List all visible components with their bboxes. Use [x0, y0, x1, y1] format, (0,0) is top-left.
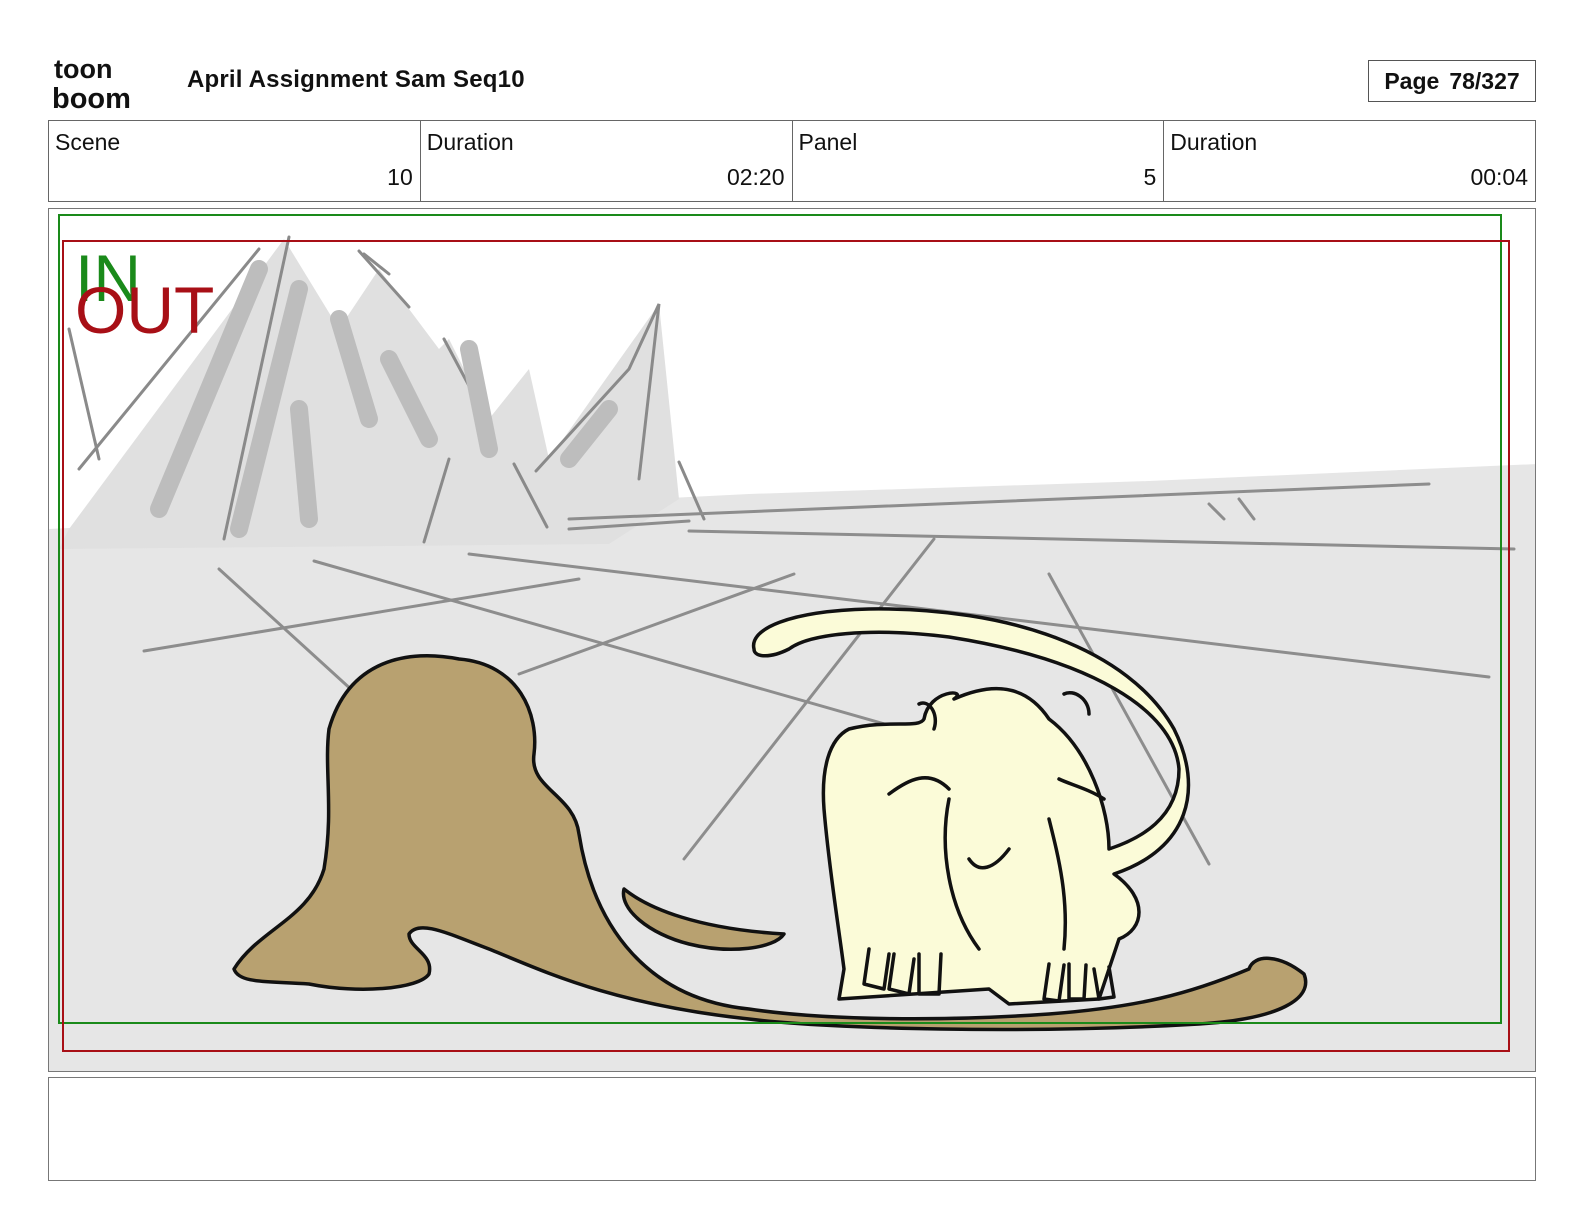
panel-value: 5 — [1143, 164, 1157, 190]
document-title: April Assignment Sam Seq10 — [187, 66, 525, 93]
page-label: Page — [1384, 67, 1440, 94]
panel-cell: Panel 5 — [793, 121, 1165, 201]
scene-duration-cell: Duration 02:20 — [421, 121, 793, 201]
logo-text-top: toon — [54, 54, 112, 84]
scene-label: Scene — [55, 129, 121, 155]
panel-duration-label: Duration — [1170, 129, 1258, 155]
storyboard-panel: IN OUT — [48, 208, 1536, 1072]
panel-label: Panel — [798, 129, 858, 155]
page-indicator: Page 78/327 — [1368, 60, 1536, 102]
logo-text-bottom: boom — [52, 83, 131, 110]
out-marker: OUT — [75, 273, 214, 347]
panel-duration-cell: Duration 00:04 — [1164, 121, 1535, 201]
panel-notes-box[interactable] — [48, 1077, 1536, 1181]
panel-drawing: IN OUT — [49, 214, 1535, 1071]
scene-duration-label: Duration — [426, 129, 514, 155]
panel-duration-value: 00:04 — [1470, 164, 1528, 190]
page-number: 78/327 — [1449, 67, 1520, 94]
scene-value: 10 — [387, 164, 413, 190]
scene-cell: Scene 10 — [49, 121, 421, 201]
scene-duration-value: 02:20 — [726, 164, 785, 190]
toon-boom-logo: toon boom — [52, 54, 131, 110]
scene-info-table: Scene 10 Duration 02:20 Panel 5 Duration… — [48, 120, 1536, 202]
